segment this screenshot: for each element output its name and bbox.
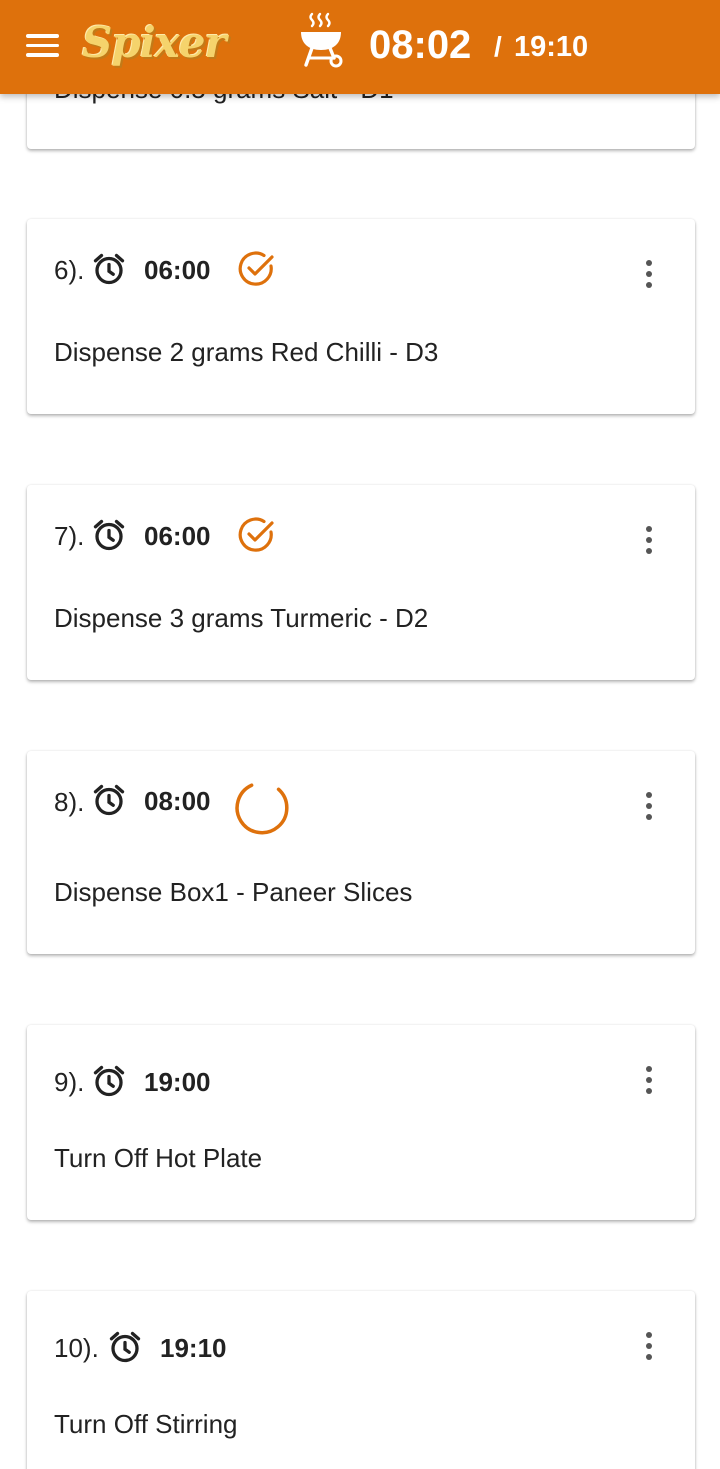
alarm-clock-icon [93,784,125,816]
hamburger-menu-icon[interactable] [22,30,62,62]
step-time: 19:10 [160,1333,227,1363]
step-number: 8). [54,787,85,817]
more-options-button[interactable] [637,1329,661,1365]
step-time: 06:00 [144,255,211,285]
more-options-button[interactable] [637,789,661,825]
elapsed-time: 08:02 [369,23,472,67]
alarm-clock-icon [93,253,125,285]
step-time: 06:00 [144,521,211,551]
step-time: 08:00 [144,786,211,816]
check-circle-icon [238,517,274,552]
step-time: 19:00 [144,1067,211,1097]
step-description: Turn Off Stirring [54,1409,238,1439]
grill-icon [301,12,343,68]
step-card-9[interactable]: 9). 19:00 Turn Off Hot Plate [27,1025,695,1220]
app-logo: Spixer [82,18,227,67]
step-description: Dispense 2 grams Red Chilli - D3 [54,337,439,367]
more-options-button[interactable] [637,1063,661,1099]
step-description: Dispense Box1 - Paneer Slices [54,877,413,907]
alarm-clock-icon [93,1065,125,1097]
more-options-button[interactable] [637,523,661,559]
step-number: 9). [54,1067,85,1097]
more-options-button[interactable] [637,257,661,293]
step-card-8[interactable]: 8). 08:00 Dispense Box1 - Paneer Slices [27,751,695,954]
loading-spinner-icon [235,783,289,835]
step-card-6[interactable]: 6). 06:00 Dispense 2 grams Red Chilli - … [27,219,695,414]
step-card-7[interactable]: 7). 06:00 Dispense 3 grams Turmeric - D2 [27,485,695,680]
total-time: 19:10 [514,31,589,63]
step-number: 7). [54,521,85,551]
app-bar: Spixer 08:02 / 19:10 [0,0,720,94]
step-number: 10). [54,1333,99,1363]
step-card-10[interactable]: 10). 19:10 Turn Off Stirring [27,1291,695,1469]
alarm-clock-icon [93,519,125,551]
step-description: Turn Off Hot Plate [54,1143,263,1173]
check-circle-icon [238,251,274,286]
time-separator: / [494,31,502,62]
step-description: Dispense 3 grams Turmeric - D2 [54,603,429,633]
screen: Dispense 0.5 grams Salt - D1 6). 06:00 D… [0,0,720,1469]
step-number: 6). [54,255,85,285]
alarm-clock-icon [109,1331,141,1363]
